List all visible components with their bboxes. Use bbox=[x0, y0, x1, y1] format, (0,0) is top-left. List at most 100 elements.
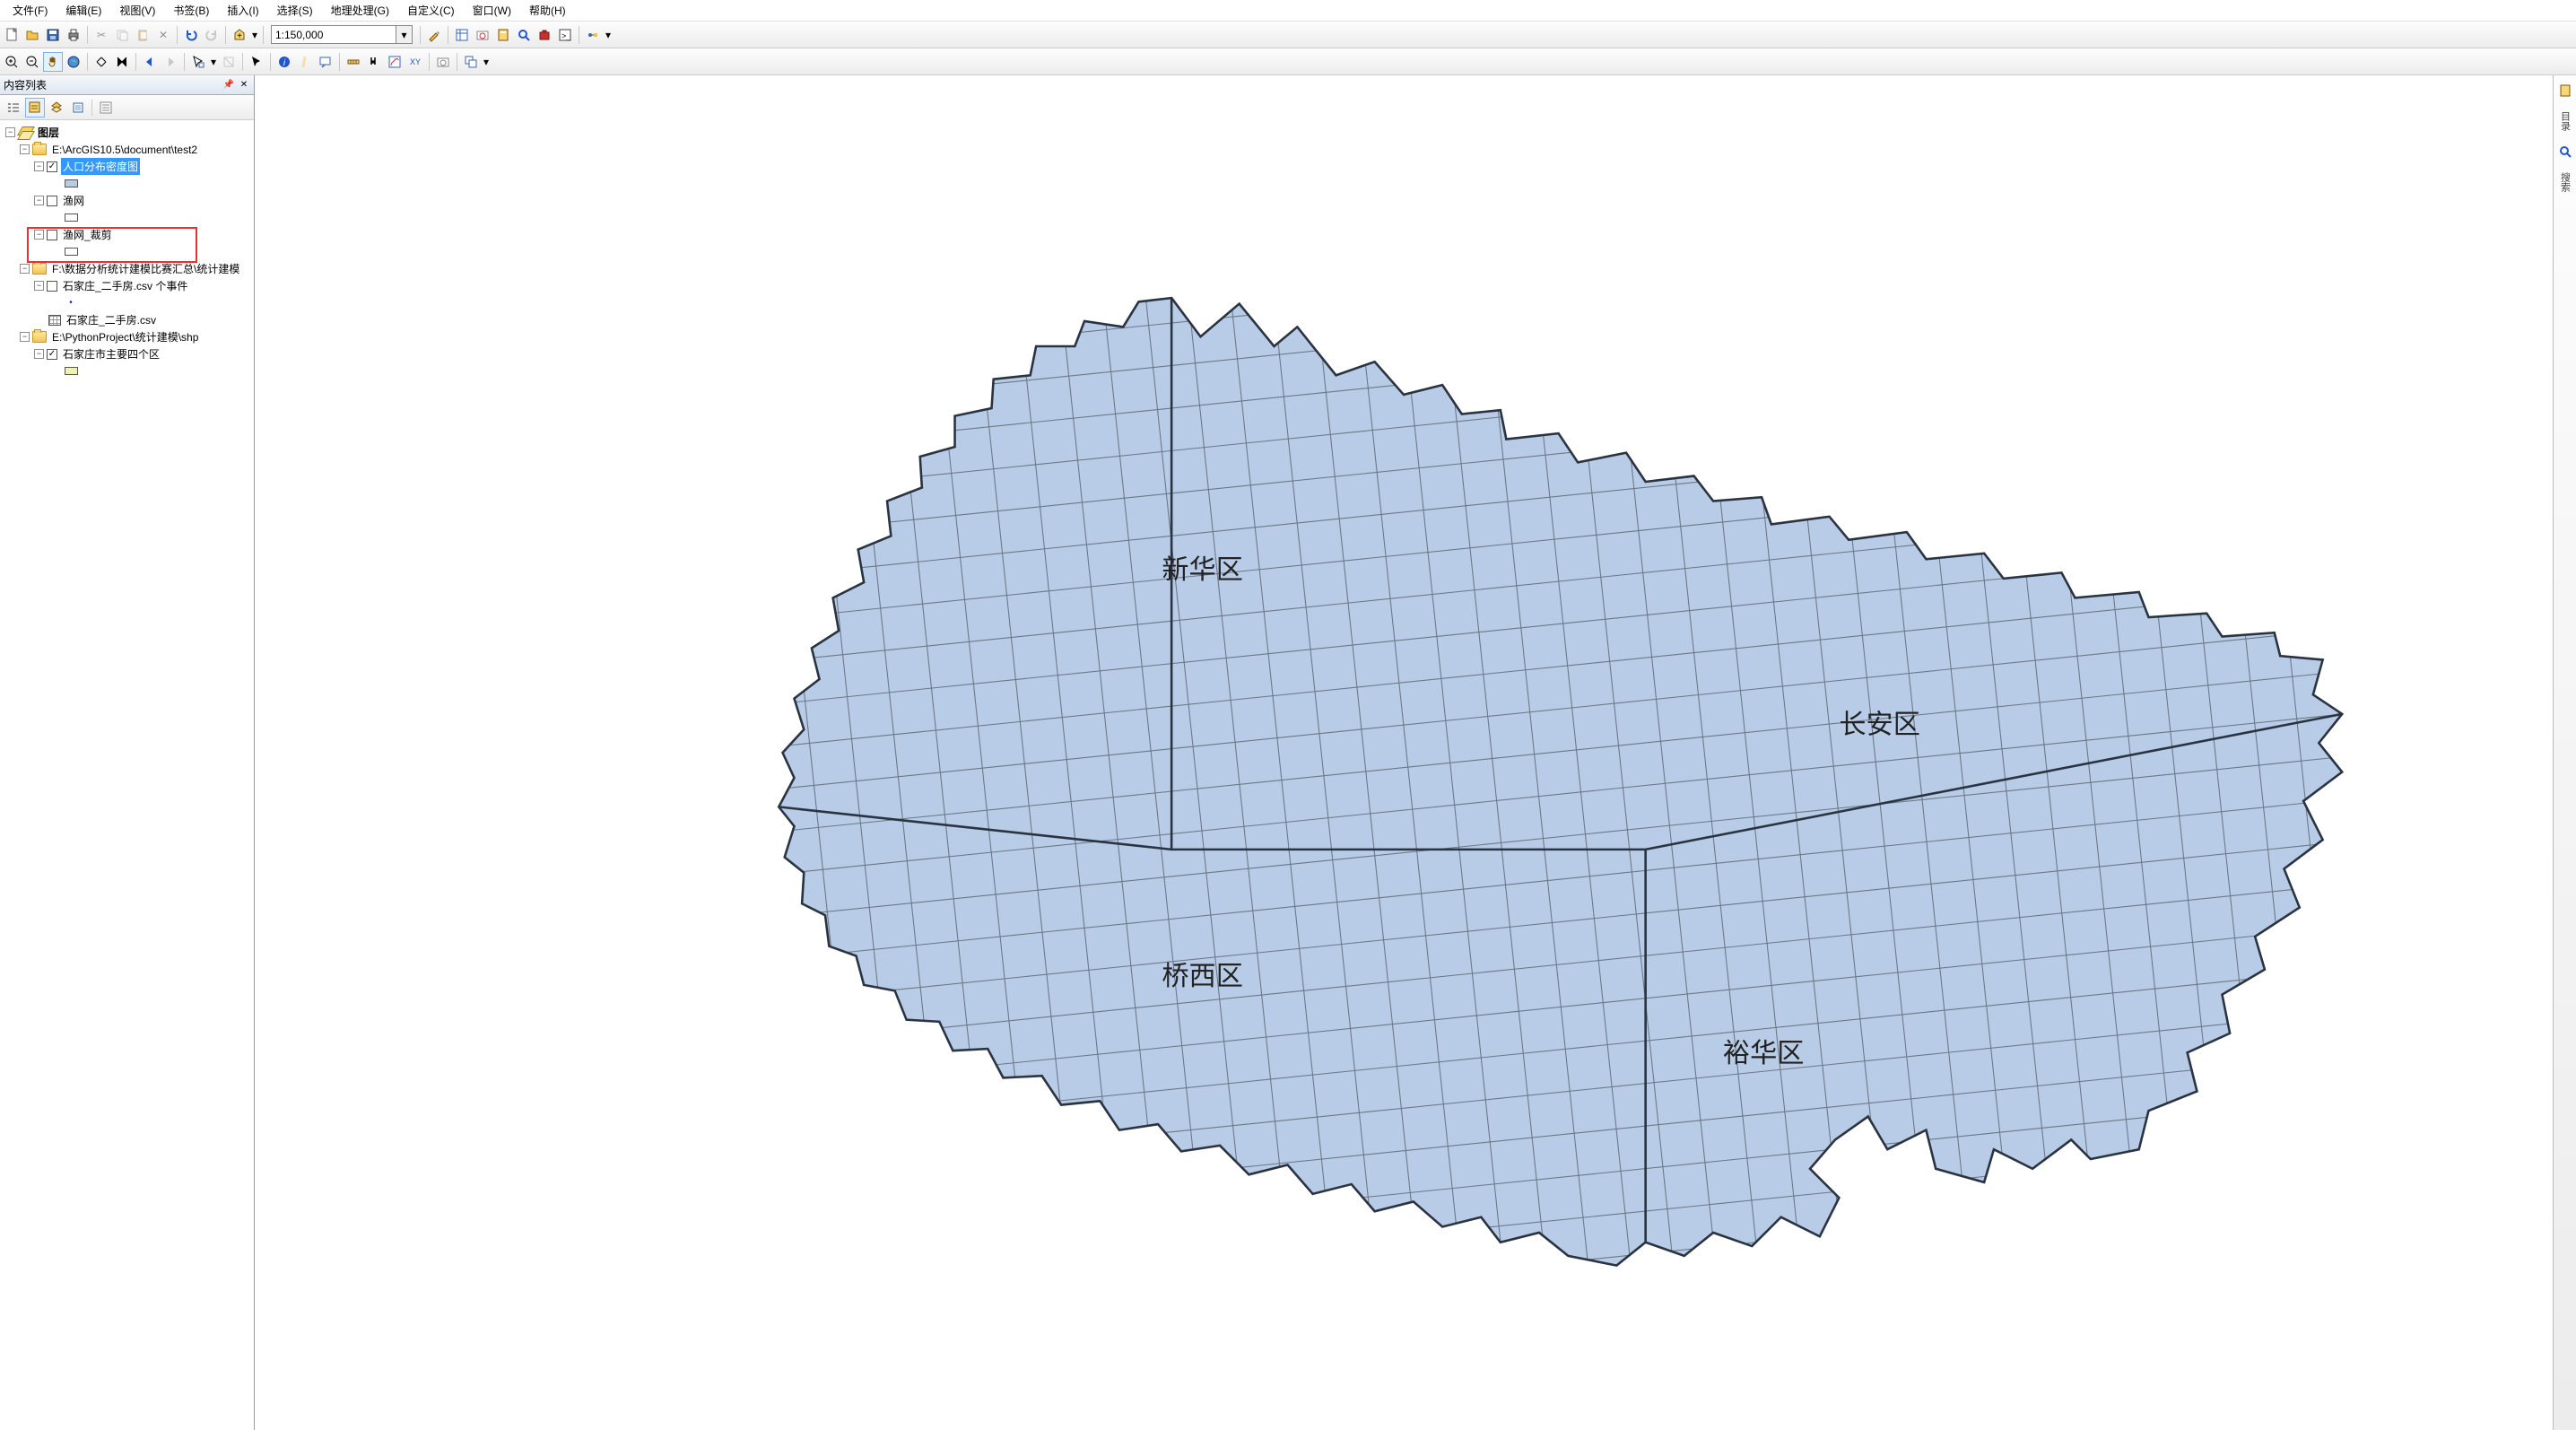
tree-group-shp[interactable]: − E:\PythonProject\统计建模\shp bbox=[0, 328, 254, 345]
collapse-icon[interactable]: − bbox=[34, 196, 44, 205]
layer-visibility-checkbox[interactable] bbox=[47, 196, 57, 206]
open-icon[interactable] bbox=[22, 25, 42, 45]
menu-help[interactable]: 帮助(H) bbox=[520, 0, 575, 21]
layer-visibility-checkbox[interactable] bbox=[47, 281, 57, 292]
tree-symbol-csv-events[interactable]: • bbox=[0, 294, 254, 311]
symbol-swatch-icon[interactable] bbox=[65, 179, 78, 187]
tree-layer-popdensity[interactable]: − 人口分布密度图 bbox=[0, 158, 254, 175]
select-features-dropdown-icon[interactable]: ▾ bbox=[209, 52, 218, 72]
add-data-dropdown-icon[interactable]: ▾ bbox=[250, 25, 259, 45]
go-to-xy-icon[interactable]: XY bbox=[405, 52, 425, 72]
add-data-icon[interactable]: + bbox=[230, 25, 249, 45]
list-by-visibility-icon[interactable] bbox=[47, 98, 66, 118]
prev-extent-icon[interactable] bbox=[140, 52, 160, 72]
tree-layer-fishnet[interactable]: − 渔网 bbox=[0, 192, 254, 209]
tree-layer-fishnet-clip[interactable]: − 渔网_裁剪 bbox=[0, 226, 254, 243]
search-tab-icon[interactable] bbox=[2557, 144, 2573, 160]
tree-root-layers[interactable]: − 图层 bbox=[0, 124, 254, 141]
save-icon[interactable] bbox=[43, 25, 63, 45]
scale-input[interactable] bbox=[271, 25, 396, 44]
hyperlink-icon[interactable] bbox=[295, 52, 315, 72]
menu-customize[interactable]: 自定义(C) bbox=[398, 0, 464, 21]
symbol-swatch-icon[interactable] bbox=[65, 248, 78, 256]
tree-group-stats[interactable]: − F:\数据分析统计建模比赛汇总\统计建模 bbox=[0, 260, 254, 277]
menu-file[interactable]: 文件(F) bbox=[4, 0, 57, 21]
zoom-in-icon[interactable] bbox=[2, 52, 22, 72]
collapse-icon[interactable]: − bbox=[34, 230, 44, 240]
collapse-icon[interactable]: − bbox=[20, 332, 30, 342]
menu-edit[interactable]: 编辑(E) bbox=[57, 0, 110, 21]
menu-bookmarks[interactable]: 书签(B) bbox=[164, 0, 218, 21]
list-by-selection-icon[interactable] bbox=[68, 98, 88, 118]
catalog-tab-icon[interactable] bbox=[2557, 83, 2573, 99]
full-extent-icon[interactable] bbox=[64, 52, 83, 72]
toc-close-icon[interactable]: ✕ bbox=[238, 79, 250, 92]
collapse-icon[interactable]: − bbox=[34, 281, 44, 291]
paste-icon[interactable] bbox=[133, 25, 152, 45]
new-document-icon[interactable] bbox=[2, 25, 22, 45]
identify-icon[interactable]: i bbox=[274, 52, 294, 72]
tree-layer-districts4[interactable]: − 石家庄市主要四个区 bbox=[0, 345, 254, 362]
point-symbol-icon[interactable]: • bbox=[65, 298, 77, 308]
table-window-icon[interactable] bbox=[452, 25, 472, 45]
tree-layer-csv-events[interactable]: − 石家庄_二手房.csv 个事件 bbox=[0, 277, 254, 294]
find-route-icon[interactable] bbox=[385, 52, 405, 72]
layer-visibility-checkbox[interactable] bbox=[47, 349, 57, 360]
menu-geoprocess[interactable]: 地理处理(G) bbox=[322, 0, 398, 21]
collapse-icon[interactable]: − bbox=[20, 264, 30, 274]
select-features-icon[interactable] bbox=[188, 52, 208, 72]
scale-dropdown-icon[interactable]: ▾ bbox=[396, 25, 413, 44]
tree-table-csv[interactable]: 石家庄_二手房.csv bbox=[0, 311, 254, 328]
symbol-swatch-icon[interactable] bbox=[65, 367, 78, 375]
editor-toolbar-icon[interactable] bbox=[424, 25, 444, 45]
toc-pin-icon[interactable]: 📌 bbox=[222, 79, 235, 92]
next-extent-icon[interactable] bbox=[161, 52, 180, 72]
toc-tree[interactable]: − 图层 − E:\ArcGIS10.5\document\test2 − 人口… bbox=[0, 120, 254, 1430]
collapse-icon[interactable]: − bbox=[34, 161, 44, 171]
redo-icon[interactable] bbox=[202, 25, 222, 45]
create-viewer-dropdown-icon[interactable]: ▾ bbox=[482, 52, 491, 72]
layer-visibility-checkbox[interactable] bbox=[47, 230, 57, 240]
list-by-source-icon[interactable] bbox=[25, 98, 45, 118]
arctoolbox-window-icon[interactable] bbox=[535, 25, 554, 45]
list-by-drawing-icon[interactable] bbox=[4, 98, 23, 118]
collapse-icon[interactable]: − bbox=[20, 144, 30, 154]
cut-icon[interactable]: ✂ bbox=[91, 25, 111, 45]
tree-symbol-popdensity[interactable] bbox=[0, 175, 254, 192]
model-builder-icon[interactable] bbox=[583, 25, 603, 45]
python-window-icon[interactable]: >_ bbox=[555, 25, 575, 45]
layer-visibility-checkbox[interactable] bbox=[47, 161, 57, 172]
undo-icon[interactable] bbox=[181, 25, 201, 45]
tree-symbol-fishnet[interactable] bbox=[0, 209, 254, 226]
tree-symbol-fishnet-clip[interactable] bbox=[0, 243, 254, 260]
catalog-window-icon[interactable] bbox=[493, 25, 513, 45]
menu-view[interactable]: 视图(V) bbox=[110, 0, 164, 21]
copy-icon[interactable] bbox=[112, 25, 132, 45]
fixed-zoom-in-icon[interactable] bbox=[91, 52, 111, 72]
menu-window[interactable]: 窗口(W) bbox=[464, 0, 520, 21]
collapse-icon[interactable]: − bbox=[5, 127, 15, 137]
clear-selection-icon[interactable] bbox=[219, 52, 239, 72]
select-elements-icon[interactable] bbox=[247, 52, 266, 72]
catalog-tab-label[interactable]: 目录 bbox=[2558, 111, 2572, 131]
html-popup-icon[interactable] bbox=[316, 52, 335, 72]
symbol-swatch-icon[interactable] bbox=[65, 214, 78, 222]
tree-group-test2[interactable]: − E:\ArcGIS10.5\document\test2 bbox=[0, 141, 254, 158]
tree-symbol-districts4[interactable] bbox=[0, 362, 254, 379]
time-slider-icon2[interactable] bbox=[433, 52, 453, 72]
zoom-out-icon[interactable] bbox=[22, 52, 42, 72]
toc-options-icon[interactable] bbox=[96, 98, 116, 118]
collapse-icon[interactable]: − bbox=[34, 349, 44, 359]
time-slider-icon[interactable] bbox=[473, 25, 492, 45]
create-viewer-icon[interactable] bbox=[461, 52, 481, 72]
menu-insert[interactable]: 插入(I) bbox=[218, 0, 267, 21]
model-builder-dropdown-icon[interactable]: ▾ bbox=[604, 25, 613, 45]
search-window-icon[interactable] bbox=[514, 25, 534, 45]
measure-icon[interactable] bbox=[344, 52, 363, 72]
search-tab-label[interactable]: 搜索 bbox=[2558, 172, 2572, 192]
fixed-zoom-out-icon[interactable] bbox=[112, 52, 132, 72]
delete-icon[interactable]: ✕ bbox=[153, 25, 173, 45]
find-icon[interactable] bbox=[364, 52, 384, 72]
print-icon[interactable] bbox=[64, 25, 83, 45]
map-view[interactable]: 新华区 长安区 桥西区 裕华区 bbox=[255, 75, 2553, 1430]
